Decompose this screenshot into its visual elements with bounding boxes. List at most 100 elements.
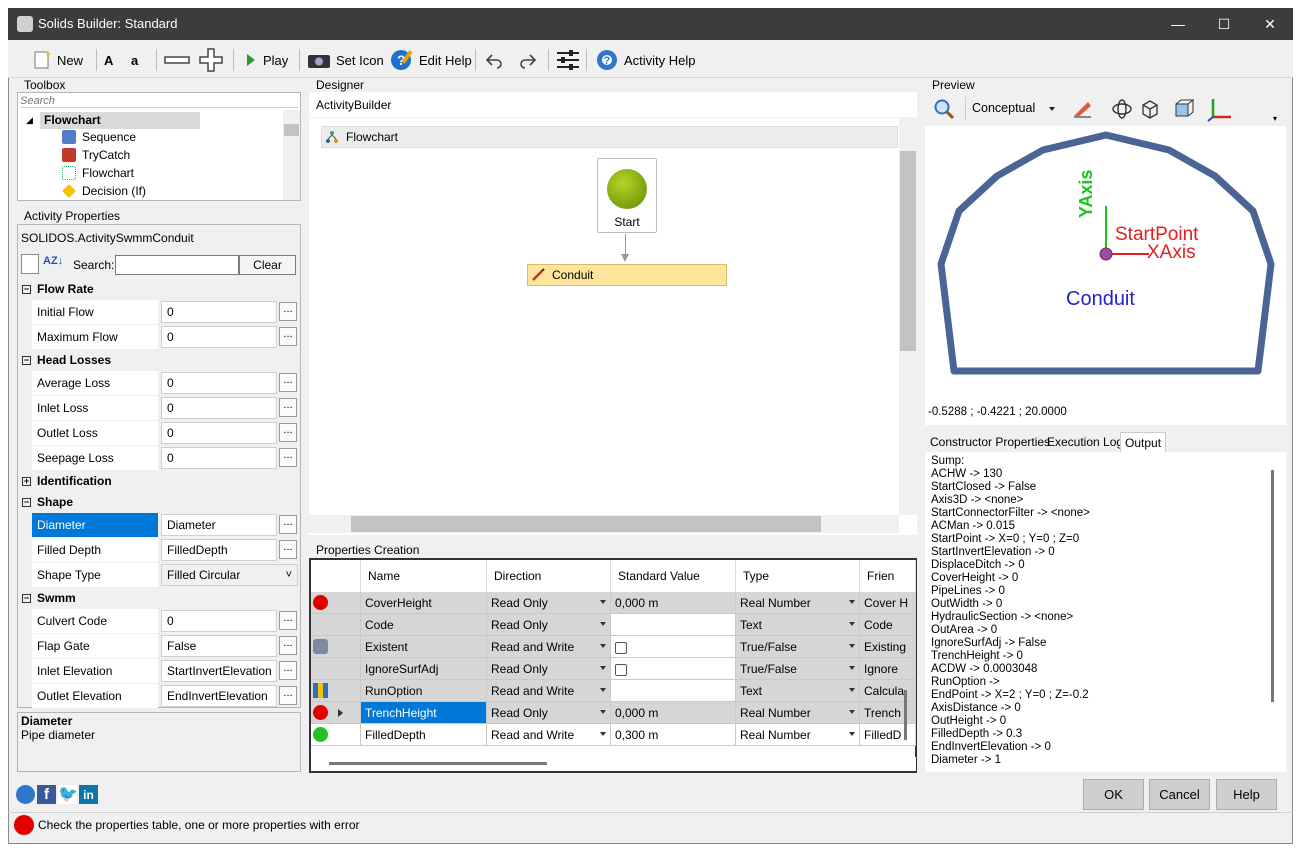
cell-direction[interactable]: Read and Write (487, 680, 611, 702)
cell-type[interactable]: Text (736, 680, 860, 702)
scroll-thumb[interactable] (900, 151, 916, 351)
property-row[interactable]: Outlet Loss 0... (32, 421, 297, 445)
conduit-preview-svg[interactable] (925, 126, 1286, 396)
settings-sliders-button[interactable] (556, 48, 580, 72)
cell-name[interactable]: CoverHeight (361, 592, 487, 614)
cell-value[interactable] (611, 614, 736, 636)
cell-type[interactable]: Real Number (736, 724, 860, 746)
expand-button[interactable] (199, 48, 223, 72)
tab-constructor-properties[interactable]: Constructor Properties (926, 432, 1054, 452)
ok-button[interactable]: OK (1083, 779, 1144, 810)
output-scroll-thumb[interactable] (1271, 470, 1274, 702)
activity-help-button[interactable]: ? Activity Help (595, 48, 696, 72)
category-header[interactable]: − Shape (18, 491, 297, 513)
chevron-down-icon[interactable] (600, 688, 606, 692)
cell-value[interactable]: 0,300 m (611, 724, 736, 746)
ellipsis-button[interactable]: ... (279, 373, 297, 392)
property-name[interactable]: Average Loss (32, 371, 158, 395)
property-value[interactable]: 0 (161, 326, 277, 348)
cell-direction[interactable]: Read and Write (487, 636, 611, 658)
cell-value[interactable] (611, 636, 736, 658)
property-name[interactable]: Shape Type (32, 563, 158, 587)
property-row[interactable]: Shape Type Filled Circular ˅ (32, 563, 298, 587)
property-row[interactable]: Filled Depth FilledDepth... (32, 538, 297, 562)
property-value[interactable]: 0 (161, 610, 277, 632)
view-mode-select[interactable]: Conceptual (965, 97, 1061, 120)
cell-type[interactable]: True/False (736, 658, 860, 680)
minimize-button[interactable]: — (1155, 8, 1201, 40)
property-row[interactable]: Culvert Code 0... (32, 609, 297, 633)
checkbox[interactable] (615, 641, 627, 654)
collapse-icon[interactable]: − (22, 497, 31, 507)
property-row[interactable]: Initial Flow 0... (32, 300, 297, 324)
cell-name[interactable]: RunOption (361, 680, 487, 702)
ellipsis-button[interactable]: ... (279, 661, 297, 680)
alphabetical-sort-icon[interactable]: AZ↓ (43, 255, 63, 267)
designer-vscroll[interactable] (899, 118, 917, 515)
property-name[interactable]: Inlet Elevation (32, 659, 158, 683)
close-button[interactable]: ✕ (1247, 8, 1293, 40)
tab-output[interactable]: Output (1120, 432, 1167, 452)
category-header[interactable]: − Head Losses (18, 349, 297, 371)
designer-hscroll[interactable] (309, 515, 899, 533)
property-name[interactable]: Maximum Flow (32, 325, 158, 349)
property-value[interactable]: 0 (161, 372, 277, 394)
column-header[interactable]: Standard Value (611, 560, 736, 592)
property-name[interactable]: Inlet Loss (32, 396, 158, 420)
ellipsis-button[interactable]: ... (279, 611, 297, 630)
property-value[interactable]: 0 (161, 301, 277, 323)
collapse-icon[interactable]: − (22, 593, 31, 603)
chevron-down-icon[interactable] (600, 710, 606, 714)
property-value[interactable]: 0 (161, 447, 277, 469)
cell-type[interactable]: Real Number (736, 592, 860, 614)
property-name[interactable]: Flap Gate (32, 634, 158, 658)
tree-collapse-icon[interactable]: ◢ (26, 115, 33, 126)
cell-friendly[interactable]: Trench (860, 702, 916, 724)
cell-type[interactable]: Text (736, 614, 860, 636)
property-name[interactable]: Diameter (32, 513, 158, 537)
property-row[interactable]: Average Loss 0... (32, 371, 297, 395)
cell-direction[interactable]: Read Only (487, 614, 611, 636)
property-value[interactable]: 0 (161, 422, 277, 444)
chevron-down-icon[interactable] (849, 732, 855, 736)
breadcrumb[interactable]: ActivityBuilder (316, 98, 391, 112)
view-cube-icon[interactable] (1139, 98, 1161, 120)
property-name[interactable]: Culvert Code (32, 609, 158, 633)
property-value[interactable]: FilledDepth (161, 539, 277, 561)
category-header[interactable]: + Identification (18, 470, 297, 492)
chevron-down-icon[interactable] (849, 644, 855, 648)
ellipsis-button[interactable]: ... (279, 686, 297, 705)
table-row[interactable]: Existent Read and Write True/False Existing (311, 636, 916, 658)
property-row[interactable]: Flap Gate False... (32, 634, 297, 658)
toolbox-scrollbar[interactable] (283, 110, 300, 200)
chevron-down-icon[interactable] (849, 710, 855, 714)
categorized-sort-icon[interactable] (21, 254, 39, 274)
scroll-thumb[interactable] (351, 516, 821, 532)
property-value[interactable]: StartInvertElevation (161, 660, 277, 682)
category-header[interactable]: − Flow Rate (18, 278, 297, 300)
checkbox[interactable] (615, 663, 627, 676)
toolbox-item-flowchart[interactable]: Flowchart (62, 166, 134, 180)
property-value[interactable]: EndInvertElevation (161, 685, 277, 707)
property-name[interactable]: Outlet Loss (32, 421, 158, 445)
chevron-down-icon[interactable] (849, 666, 855, 670)
cell-value[interactable]: 0,000 m (611, 702, 736, 724)
chevron-down-icon[interactable] (600, 622, 606, 626)
column-header[interactable]: Direction (487, 560, 611, 592)
chevron-down-icon[interactable] (600, 644, 606, 648)
maximize-button[interactable]: ☐ (1201, 8, 1247, 40)
cell-value[interactable] (611, 680, 736, 702)
property-row[interactable]: Seepage Loss 0... (32, 446, 297, 470)
chevron-down-icon[interactable] (849, 688, 855, 692)
column-header[interactable]: Name (361, 560, 487, 592)
property-search-input[interactable] (115, 255, 239, 275)
projection-icon[interactable] (1173, 98, 1195, 120)
cancel-button[interactable]: Cancel (1149, 779, 1210, 810)
ellipsis-button[interactable]: ... (279, 302, 297, 321)
collapse-button[interactable] (164, 48, 190, 72)
chevron-down-icon[interactable] (849, 600, 855, 604)
cell-type[interactable]: True/False (736, 636, 860, 658)
cell-friendly[interactable]: Calcula (860, 680, 916, 702)
ellipsis-button[interactable]: ... (279, 423, 297, 442)
new-button[interactable]: New (32, 48, 83, 72)
